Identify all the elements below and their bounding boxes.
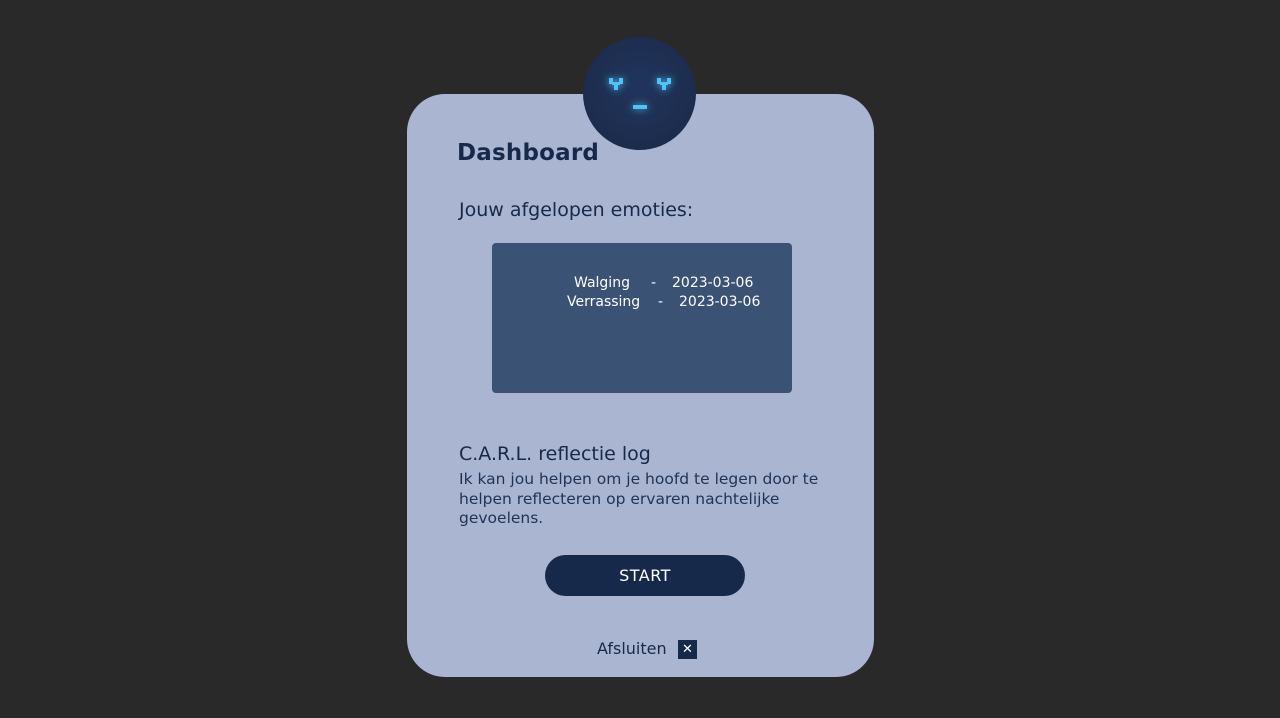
reflection-log-heading: C.A.R.L. reflectie log: [459, 443, 651, 465]
robot-face-icon: [583, 37, 696, 150]
app-window: Dashboard Jouw afgelopen emoties: Walgin…: [0, 0, 1280, 718]
emotion-name: Verrassing: [567, 294, 641, 310]
close-icon[interactable]: ✕: [678, 640, 697, 659]
reflection-log-description: Ik kan jou helpen om je hoofd te legen d…: [459, 470, 819, 527]
emotions-list: Walging - 2023-03-06 Verrassing - 2023-0…: [492, 243, 792, 393]
emotion-date: 2023-03-06: [679, 294, 761, 310]
emotions-heading: Jouw afgelopen emoties:: [459, 199, 694, 221]
emotion-separator: -: [658, 294, 664, 310]
close-label[interactable]: Afsluiten: [597, 639, 667, 658]
page-title: Dashboard: [457, 140, 600, 166]
emotion-name: Walging: [574, 275, 630, 291]
start-button[interactable]: START: [545, 555, 745, 596]
emotion-separator: -: [651, 275, 657, 291]
emotion-date: 2023-03-06: [672, 275, 754, 291]
